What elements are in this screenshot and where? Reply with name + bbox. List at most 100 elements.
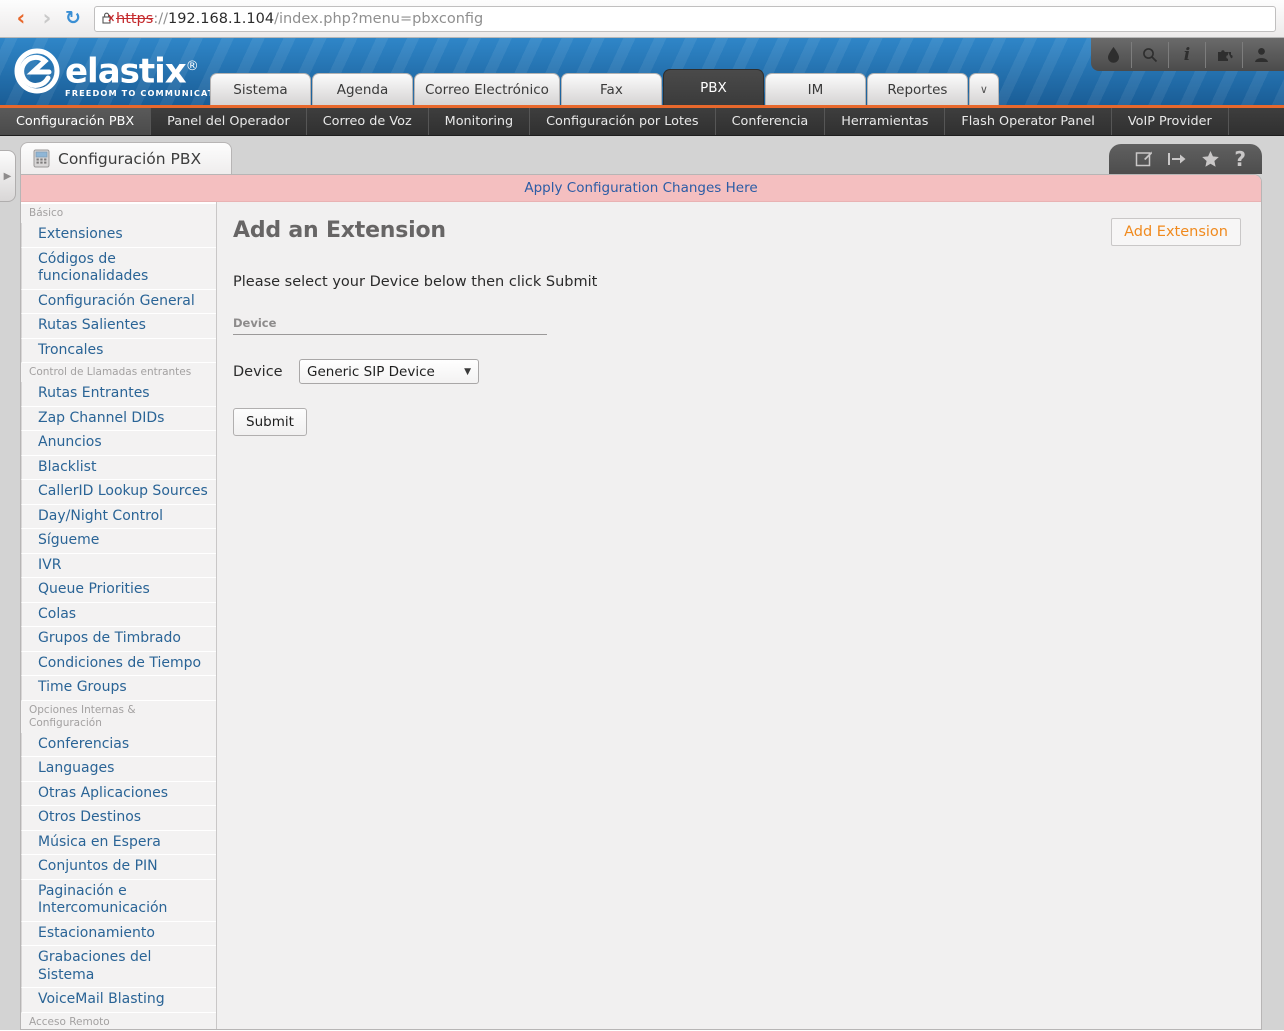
sidebar-item-condiciones-de-tiempo[interactable]: Condiciones de Tiempo <box>21 651 216 676</box>
header-icon-bar: i <box>1091 38 1284 71</box>
favorite-star-icon[interactable] <box>1201 150 1220 168</box>
tab-fax[interactable]: Fax <box>560 73 662 105</box>
subnav-item-correo-de-voz[interactable]: Correo de Voz <box>307 108 429 135</box>
address-bar[interactable]: https://192.168.1.104/index.php?menu=pbx… <box>94 5 1276 32</box>
subnav-item-panel-del-operador[interactable]: Panel del Operador <box>151 108 307 135</box>
add-extension-button[interactable]: Add Extension <box>1111 218 1241 246</box>
content-panel: Apply Configuration Changes Here Básico … <box>20 174 1262 1030</box>
sidebar-item-estacionamiento[interactable]: Estacionamiento <box>21 921 216 946</box>
sidebar-item-blacklist[interactable]: Blacklist <box>21 455 216 480</box>
page-tab-strip: Configuración PBX ? <box>20 142 1262 174</box>
broken-lock-icon[interactable] <box>101 11 114 26</box>
url-host: 192.168.1.104 <box>167 10 275 27</box>
sidebar-item-day-night-control[interactable]: Day/Night Control <box>21 504 216 529</box>
pbx-sidebar: Básico Extensiones Códigos de funcionali… <box>21 202 217 1029</box>
device-select-value: Generic SIP Device <box>307 363 435 380</box>
forward-button[interactable]: › <box>34 6 60 32</box>
sidebar-item-zap-channel-dids[interactable]: Zap Channel DIDs <box>21 406 216 431</box>
subnav-item-herramientas[interactable]: Herramientas <box>825 108 946 135</box>
chevron-down-icon: ▼ <box>464 366 471 377</box>
apply-config-banner[interactable]: Apply Configuration Changes Here <box>21 175 1261 202</box>
subnav-item-configuracion-por-lotes[interactable]: Configuración por Lotes <box>530 108 716 135</box>
tab-agenda[interactable]: Agenda <box>312 73 413 105</box>
fieldset-divider <box>233 334 547 335</box>
subnav-item-voip-provider[interactable]: VoIP Provider <box>1112 108 1229 135</box>
page-tab-configuracion-pbx[interactable]: Configuración PBX <box>20 142 233 174</box>
page-tool-bar: ? <box>1109 144 1262 174</box>
subnav-item-monitoring[interactable]: Monitoring <box>429 108 531 135</box>
sidebar-item-time-groups[interactable]: Time Groups <box>21 676 216 701</box>
elastix-logo: elastix® FREEDOM TO COMMUNICATE <box>14 48 221 98</box>
sidebar-item-otros-destinos[interactable]: Otros Destinos <box>21 806 216 831</box>
sidebar-section-basico: Básico <box>21 204 216 223</box>
sidebar-item-callerid-lookup-sources[interactable]: CallerID Lookup Sources <box>21 480 216 505</box>
user-icon[interactable] <box>1243 42 1280 68</box>
tab-reportes[interactable]: Reportes <box>866 73 968 105</box>
search-icon[interactable] <box>1132 41 1169 68</box>
sidebar-item-rutas-entrantes[interactable]: Rutas Entrantes <box>21 382 216 407</box>
chevron-down-icon[interactable]: ∨ <box>968 73 999 105</box>
device-form-row: Device Generic SIP Device ▼ <box>233 359 1241 384</box>
instruction-text: Please select your Device below then cli… <box>233 274 598 290</box>
logo-wordmark: elastix® <box>65 51 221 88</box>
info-icon[interactable]: i <box>1169 41 1206 68</box>
elastix-logo-mark <box>14 48 60 94</box>
puzzle-icon[interactable] <box>1206 41 1243 68</box>
logo-word-text: elastix <box>65 51 187 92</box>
url-scheme: https <box>116 10 154 27</box>
page-title: Add an Extension <box>233 218 446 243</box>
sidebar-item-conferencias[interactable]: Conferencias <box>21 732 216 757</box>
sidebar-item-paginacion-e-intercomunicacion[interactable]: Paginación e Intercomunicación <box>21 879 216 922</box>
device-select[interactable]: Generic SIP Device ▼ <box>299 359 479 384</box>
info-glyph: i <box>1183 44 1191 65</box>
help-icon[interactable]: ? <box>1234 147 1246 171</box>
device-field-label: Device <box>233 363 283 380</box>
sub-navigation: Configuración PBX Panel del Operador Cor… <box>0 108 1284 136</box>
sidebar-item-conjuntos-de-pin[interactable]: Conjuntos de PIN <box>21 855 216 880</box>
sidebar-item-extensiones[interactable]: Extensiones <box>21 223 216 248</box>
sidebar-item-configuracion-general[interactable]: Configuración General <box>21 289 216 314</box>
expand-panel-icon[interactable] <box>1167 151 1187 167</box>
sidebar-item-rutas-salientes[interactable]: Rutas Salientes <box>21 314 216 339</box>
reload-button[interactable]: ↻ <box>60 6 86 32</box>
edit-icon[interactable] <box>1135 150 1153 168</box>
sidebar-item-grabaciones-del-sistema[interactable]: Grabaciones del Sistema <box>21 946 216 988</box>
subnav-item-configuracion-pbx[interactable]: Configuración PBX <box>0 108 152 135</box>
subnav-item-conferencia[interactable]: Conferencia <box>716 108 826 135</box>
sidebar-item-codigos-de-funcionalidades[interactable]: Códigos de funcionalidades <box>21 247 216 290</box>
subnav-item-flash-operator-panel[interactable]: Flash Operator Panel <box>945 108 1112 135</box>
page-body: ▶ Configuración PBX ? Apply Configuratio… <box>0 136 1284 1030</box>
url-separator: :// <box>153 10 168 27</box>
tab-im[interactable]: IM <box>764 73 866 105</box>
sidebar-item-troncales[interactable]: Troncales <box>21 338 216 363</box>
sidebar-collapse-handle[interactable]: ▶ <box>0 150 16 202</box>
submit-button[interactable]: Submit <box>233 408 307 436</box>
main-content: Add an Extension Add Extension Please se… <box>217 202 1261 1029</box>
browser-toolbar: ‹ › ↻ https://192.168.1.104/index.php?me… <box>0 0 1284 38</box>
main-tab-bar: Sistema Agenda Correo Electrónico Fax PB… <box>210 69 1000 105</box>
sidebar-item-colas[interactable]: Colas <box>21 602 216 627</box>
sidebar-section-control-llamadas-entrantes: Control de Llamadas entrantes <box>21 363 216 382</box>
sidebar-item-languages[interactable]: Languages <box>21 757 216 782</box>
sidebar-item-musica-en-espera[interactable]: Música en Espera <box>21 830 216 855</box>
sidebar-item-grupos-de-timbrado[interactable]: Grupos de Timbrado <box>21 627 216 652</box>
droplet-icon[interactable] <box>1095 41 1132 68</box>
logo-registered-mark: ® <box>185 59 199 74</box>
sidebar-item-ivr[interactable]: IVR <box>21 553 216 578</box>
url-path: /index.php?menu=pbxconfig <box>274 10 484 27</box>
logo-tagline: FREEDOM TO COMMUNICATE <box>65 88 222 99</box>
sidebar-item-queue-priorities[interactable]: Queue Priorities <box>21 578 216 603</box>
tab-correo-electronico[interactable]: Correo Electrónico <box>414 73 560 105</box>
sidebar-item-voicemail-blasting[interactable]: VoiceMail Blasting <box>21 988 216 1013</box>
sidebar-item-sigueme[interactable]: Sígueme <box>21 529 216 554</box>
sidebar-item-otras-aplicaciones[interactable]: Otras Aplicaciones <box>21 781 216 806</box>
page-tab-label: Configuración PBX <box>58 149 202 168</box>
back-button[interactable]: ‹ <box>8 6 34 32</box>
sidebar-item-anuncios[interactable]: Anuncios <box>21 431 216 456</box>
sidebar-section-acceso-remoto: Acceso Remoto <box>21 1012 216 1029</box>
app-header: elastix® FREEDOM TO COMMUNICATE Sistema … <box>0 38 1284 108</box>
telephone-icon <box>33 149 50 168</box>
tab-pbx[interactable]: PBX <box>662 69 764 105</box>
sidebar-section-opciones-internas: Opciones Internas & Configuración <box>21 700 216 733</box>
tab-sistema[interactable]: Sistema <box>210 73 311 105</box>
